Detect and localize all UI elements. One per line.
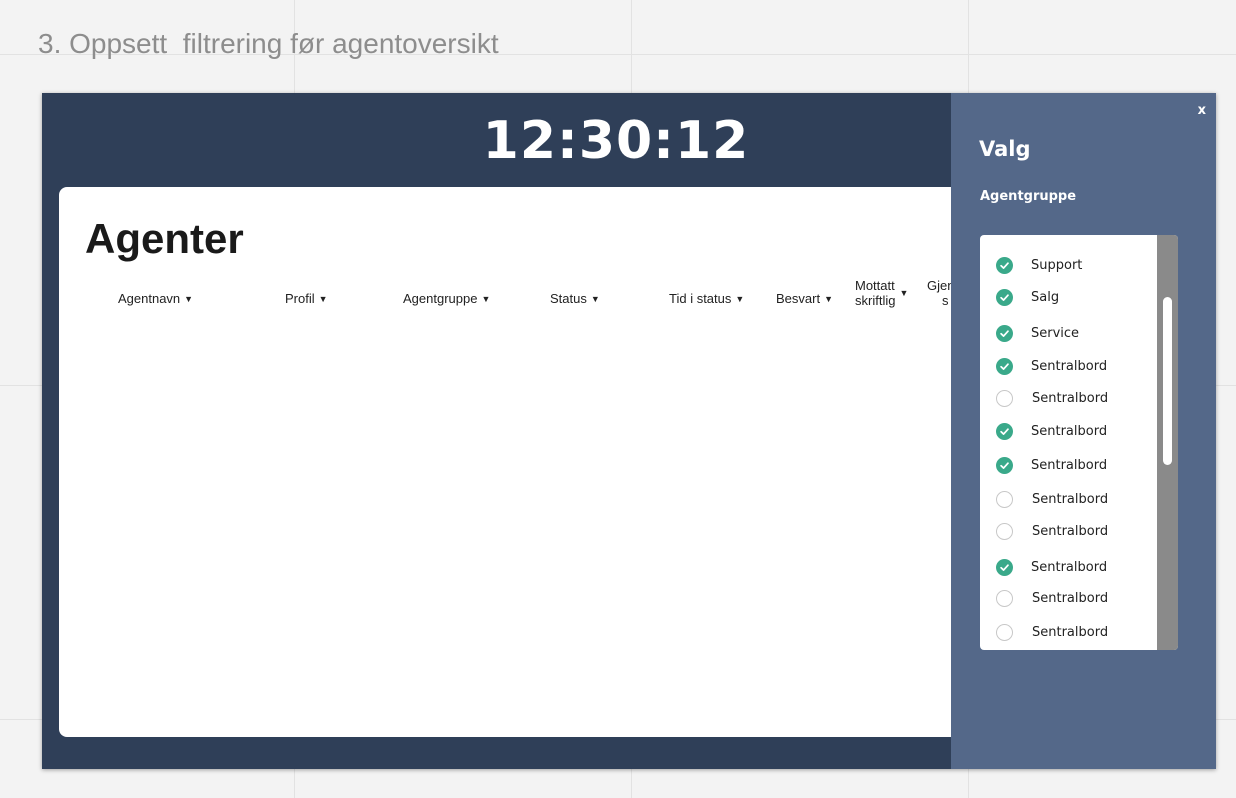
agentgroup-option-label: Sentralbord — [1032, 624, 1109, 640]
empty-circle-icon[interactable] — [996, 589, 1013, 607]
caret-down-icon: ▼ — [590, 293, 600, 304]
column-label: Status — [550, 291, 587, 306]
agentgroup-option[interactable]: Sentralbord — [996, 356, 1107, 376]
column-label-line1: Gjen — [927, 278, 953, 293]
check-circle-icon[interactable] — [996, 357, 1013, 375]
empty-circle-icon[interactable] — [996, 522, 1013, 540]
caret-down-icon: ▼ — [184, 293, 194, 304]
agentgroup-option[interactable]: Sentralbord — [996, 388, 1108, 408]
column-label-line1: Mottatt — [855, 278, 895, 293]
caret-down-icon: ▼ — [824, 293, 833, 304]
agentgroup-option-label: Sentralbord — [1032, 523, 1109, 539]
agentgroup-option-label: Sentralbord — [1031, 358, 1108, 374]
agentgroup-list[interactable]: Support Salg Service Sentralbord Sentralbord… — [980, 235, 1178, 650]
close-button[interactable]: x — [1198, 103, 1206, 118]
scrollbar-track[interactable] — [1157, 235, 1178, 650]
column-header-profil[interactable]: Profil ▼ — [285, 291, 328, 306]
caret-down-icon: ▼ — [481, 293, 491, 304]
check-circle-icon[interactable] — [996, 288, 1013, 306]
caret-down-icon: ▼ — [318, 293, 328, 304]
check-circle-icon[interactable] — [996, 456, 1013, 474]
column-header-mottatt-skriftlig[interactable]: Mottatt skriftlig ▼ — [855, 278, 908, 308]
check-circle-icon[interactable] — [996, 324, 1013, 342]
panel-title: Agenter — [85, 215, 244, 262]
agentgroup-option[interactable]: Sentralbord — [996, 489, 1108, 509]
empty-circle-icon[interactable] — [996, 389, 1013, 407]
agentgroup-option-label: Sentralbord — [1031, 423, 1108, 439]
agentgroup-option[interactable]: Sentralbord — [996, 421, 1107, 441]
page-heading: 3. Oppsett filtrering før agentoversikt — [38, 28, 499, 59]
column-header-agentnavn[interactable]: Agentnavn ▼ — [118, 291, 193, 306]
column-header-gjen[interactable]: Gjen s — [927, 278, 953, 308]
options-sidebar: x Valg Agentgruppe Support Salg Service Sen… — [951, 93, 1216, 769]
agentgroup-option[interactable]: Sentralbord — [996, 622, 1108, 642]
scrollbar-thumb[interactable] — [1163, 297, 1172, 465]
sidebar-subtitle: Agentgruppe — [980, 189, 1077, 204]
agent-panel: Agenter Agentnavn ▼ Profil ▼ Agentgruppe… — [59, 187, 969, 737]
wallboard-frame: 12:30:12 Agenter Agentnavn ▼ Profil ▼ Ag… — [42, 93, 1216, 769]
agentgroup-option[interactable]: Sentralbord — [996, 557, 1107, 577]
column-header-besvart[interactable]: Besvart ▼ — [776, 291, 833, 306]
empty-circle-icon[interactable] — [996, 623, 1013, 641]
sidebar-title: Valg — [979, 137, 1031, 161]
column-label-line2: s — [942, 293, 949, 308]
column-label: Agentgruppe — [403, 291, 478, 306]
column-label: Mottatt skriftlig — [855, 278, 895, 308]
caret-down-icon: ▼ — [735, 293, 745, 304]
agentgroup-option[interactable]: Support — [996, 255, 1082, 275]
agentgroup-option-label: Salg — [1031, 289, 1060, 305]
agentgroup-option[interactable]: Sentralbord — [996, 521, 1108, 541]
column-label-line2: skriftlig — [855, 293, 896, 308]
agentgroup-option-label: Service — [1031, 325, 1080, 341]
agentgroup-option-label: Sentralbord — [1032, 590, 1109, 606]
column-label: Besvart — [776, 291, 821, 306]
agentgroup-option-label: Sentralbord — [1032, 390, 1109, 406]
column-header-tid-i-status[interactable]: Tid i status ▼ — [669, 291, 744, 306]
agentgroup-option-label: Sentralbord — [1031, 457, 1108, 473]
agentgroup-option-label: Sentralbord — [1032, 491, 1109, 507]
agentgroup-option-label: Support — [1031, 257, 1083, 273]
column-label: Tid i status — [669, 291, 732, 306]
column-label: Gjen s — [927, 278, 953, 308]
column-header-agentgruppe[interactable]: Agentgruppe ▼ — [403, 291, 490, 306]
column-header-status[interactable]: Status ▼ — [550, 291, 600, 306]
agentgroup-option[interactable]: Sentralbord — [996, 455, 1107, 475]
caret-down-icon: ▼ — [899, 287, 909, 298]
column-label: Profil — [285, 291, 315, 306]
check-circle-icon[interactable] — [996, 256, 1013, 274]
agentgroup-option[interactable]: Service — [996, 323, 1079, 343]
empty-circle-icon[interactable] — [996, 490, 1013, 508]
agentgroup-option[interactable]: Sentralbord — [996, 588, 1108, 608]
check-circle-icon[interactable] — [996, 422, 1013, 440]
column-label: Agentnavn — [118, 291, 181, 306]
agentgroup-option-label: Sentralbord — [1031, 559, 1108, 575]
check-circle-icon[interactable] — [996, 558, 1013, 576]
agentgroup-option[interactable]: Salg — [996, 287, 1059, 307]
